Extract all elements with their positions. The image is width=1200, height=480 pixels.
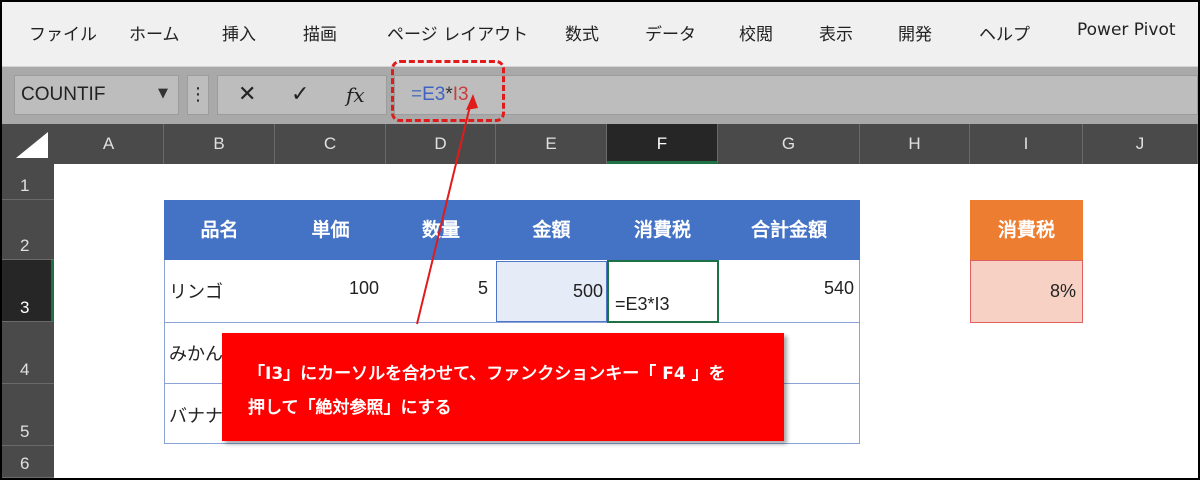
formula-buttons: ✕ ✓ fx <box>217 75 387 115</box>
cell-i3-tax-rate[interactable]: 8% <box>970 260 1083 323</box>
column-headers: A B C D E F G H I J <box>2 124 1198 164</box>
header-unit-price[interactable]: 単価 <box>275 200 386 260</box>
col-header-h[interactable]: H <box>860 124 970 164</box>
menu-data[interactable]: データ <box>645 20 696 45</box>
menu-formulas[interactable]: 数式 <box>565 20 599 45</box>
col-header-a[interactable]: A <box>54 124 164 164</box>
formula-input[interactable]: =E3*I3 <box>394 75 1198 115</box>
dropdown-arrow-icon[interactable]: ▼ <box>158 86 168 101</box>
header-total[interactable]: 合計金額 <box>718 200 860 260</box>
row-header-1[interactable]: 1 <box>2 164 54 200</box>
menu-review[interactable]: 校閲 <box>739 20 773 45</box>
cell-g3-total[interactable]: 540 <box>718 278 858 304</box>
col-header-j[interactable]: J <box>1083 124 1198 164</box>
formula-bar-handle-icon[interactable]: ⋮ <box>187 75 209 115</box>
row-header-2[interactable]: 2 <box>2 200 54 260</box>
ribbon-menu-bar: ファイル ホーム 挿入 描画 ページ レイアウト 数式 データ 校閲 表示 開発… <box>2 2 1198 67</box>
name-box[interactable]: COUNTIF ▼ <box>14 75 179 115</box>
cell-f3-formula-active[interactable]: =E3*I3 <box>607 260 719 323</box>
menu-developer[interactable]: 開発 <box>898 20 932 45</box>
row-header-5[interactable]: 5 <box>2 384 54 446</box>
menu-view[interactable]: 表示 <box>819 20 853 45</box>
col-header-d[interactable]: D <box>386 124 496 164</box>
menu-insert[interactable]: 挿入 <box>222 20 256 45</box>
menu-help[interactable]: ヘルプ <box>979 20 1030 45</box>
table-row-divider <box>164 322 860 323</box>
col-header-b[interactable]: B <box>164 124 275 164</box>
row-header-3[interactable]: 3 <box>2 260 54 322</box>
menu-power-pivot[interactable]: Power Pivot <box>1077 20 1176 40</box>
select-all-corner[interactable] <box>2 124 54 164</box>
header-item-name[interactable]: 品名 <box>164 200 275 260</box>
callout-text: 「I3」にカーソルを合わせて、ファンクションキー「 F4 」を 押して「絶対参照… <box>248 357 768 425</box>
table-border-left <box>164 260 165 443</box>
menu-home[interactable]: ホーム <box>129 20 180 45</box>
tax-rate-header[interactable]: 消費税 <box>970 200 1083 260</box>
callout-line-1: 「I3」にカーソルを合わせて、ファンクションキー「 F4 」を <box>248 364 726 384</box>
cancel-icon[interactable]: ✕ <box>238 82 256 107</box>
col-header-e[interactable]: E <box>496 124 607 164</box>
cell-c3-price[interactable]: 100 <box>275 278 383 304</box>
row-header-4[interactable]: 4 <box>2 322 54 384</box>
cell-d3-qty[interactable]: 5 <box>386 278 492 304</box>
select-all-triangle-icon <box>16 132 48 158</box>
excel-window: ファイル ホーム 挿入 描画 ページ レイアウト 数式 データ 校閲 表示 開発… <box>0 0 1200 480</box>
enter-check-icon[interactable]: ✓ <box>291 82 309 107</box>
menu-draw[interactable]: 描画 <box>303 20 337 45</box>
col-header-c[interactable]: C <box>275 124 386 164</box>
formula-bar: COUNTIF ▼ ⋮ ✕ ✓ fx =E3*I3 <box>2 67 1198 124</box>
insert-function-icon[interactable]: fx <box>346 83 365 107</box>
menu-file[interactable]: ファイル <box>29 20 97 45</box>
callout-line-2: 押して「絶対参照」にする <box>248 398 452 418</box>
cell-e3-amount[interactable]: 500 <box>496 261 607 322</box>
header-amount[interactable]: 金額 <box>496 200 607 260</box>
header-tax[interactable]: 消費税 <box>607 200 718 260</box>
header-quantity[interactable]: 数量 <box>386 200 496 260</box>
table-border-bottom <box>164 443 860 444</box>
table-border-right <box>859 260 860 443</box>
col-header-i[interactable]: I <box>970 124 1083 164</box>
menu-page-layout[interactable]: ページ レイアウト <box>387 20 528 45</box>
row-headers: 1 2 3 4 5 6 <box>2 164 54 478</box>
col-header-g[interactable]: G <box>718 124 860 164</box>
col-header-f[interactable]: F <box>607 124 718 164</box>
cell-b3-item[interactable]: リンゴ <box>169 278 269 304</box>
instruction-callout: 「I3」にカーソルを合わせて、ファンクションキー「 F4 」を 押して「絶対参照… <box>222 333 784 441</box>
formula-highlight-box <box>391 60 505 122</box>
row-header-6[interactable]: 6 <box>2 446 54 478</box>
name-box-value: COUNTIF <box>21 84 106 105</box>
